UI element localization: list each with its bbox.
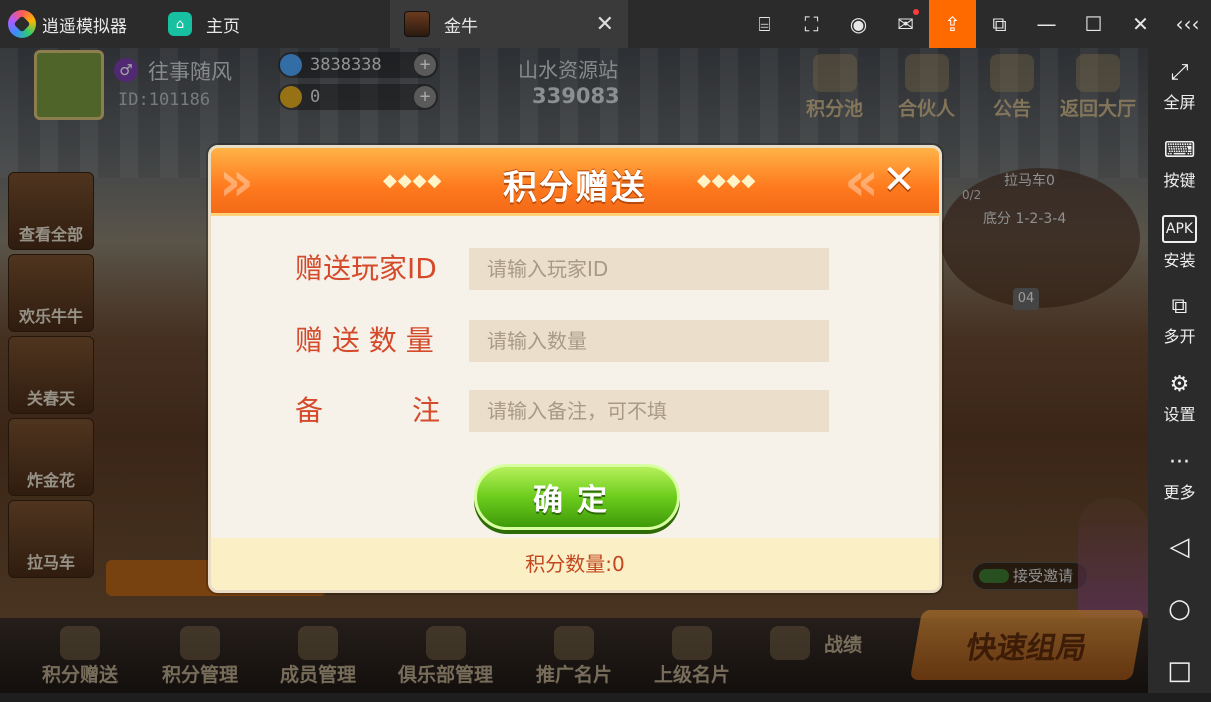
maximize-icon[interactable]: ☐ xyxy=(1070,0,1117,48)
sidebar-item-fullscreen[interactable]: ⤢ 全屏 xyxy=(1148,48,1211,126)
dialog-header: » « ◆◆◆◆ 积分赠送 ◆◆◆◆ ✕ xyxy=(211,148,939,216)
emulator-logo-icon xyxy=(8,10,36,38)
window-toolbar: ⌸ ⛶ ◉ ✉ ⇪ ⧉ — ☐ ✕ ‹‹‹ xyxy=(741,0,1211,48)
screenshot-icon[interactable]: ⛶ xyxy=(788,0,835,48)
game-app-icon xyxy=(404,11,430,37)
app-brand: 逍遥模拟器 xyxy=(0,0,158,48)
home-nav-icon[interactable]: ○ xyxy=(1148,578,1211,640)
back-icon[interactable]: ◁ xyxy=(1148,516,1211,578)
sidebar-item-label: 安装 xyxy=(1163,251,1196,270)
dialog-title: 积分赠送 xyxy=(503,168,647,208)
sidebar-item-label: 按键 xyxy=(1163,171,1196,190)
sidebar-item-multi[interactable]: ⧉ 多开 xyxy=(1148,282,1211,360)
home-icon: ⌂ xyxy=(168,12,192,36)
remark-label: 备 注 xyxy=(295,394,441,427)
tab-game-label: 金牛 xyxy=(444,16,478,37)
sidebar-item-label: 多开 xyxy=(1163,327,1196,346)
recipient-id-input[interactable] xyxy=(469,248,829,290)
points-gift-dialog: » « ◆◆◆◆ 积分赠送 ◆◆◆◆ ✕ 赠送玩家ID 赠 送 数 量 备 注 … xyxy=(208,145,942,593)
dialog-close-icon[interactable]: ✕ xyxy=(877,158,921,202)
tab-game[interactable]: 金牛 ✕ xyxy=(390,0,628,48)
tab-close-icon[interactable]: ✕ xyxy=(596,12,614,37)
upload-icon[interactable]: ⇪ xyxy=(929,0,976,48)
mail-icon[interactable]: ✉ xyxy=(882,0,929,48)
sidebar-item-label: 更多 xyxy=(1163,483,1196,502)
points-balance: 积分数量:0 xyxy=(211,538,939,590)
confirm-button[interactable]: 确定 xyxy=(474,464,680,530)
emulator-sidebar: ⤢ 全屏 ⌨ 按键 APK 安装 ⧉ 多开 ⚙ 设置 ··· 更多 ◁ ○ □ xyxy=(1148,48,1211,693)
tab-home-label: 主页 xyxy=(206,16,240,37)
keyboard-map-icon[interactable]: ⌸ xyxy=(741,0,788,48)
keyboard-icon: ⌨ xyxy=(1163,138,1196,163)
resize-icon[interactable]: ⧉ xyxy=(976,0,1023,48)
sidebar-item-label: 全屏 xyxy=(1163,93,1196,112)
apk-icon: APK xyxy=(1161,215,1198,243)
remark-row: 备 注 xyxy=(211,390,939,432)
emulator-titlebar: 逍遥模拟器 ⌂ 主页 金牛 ✕ ⌸ ⛶ ◉ ✉ ⇪ ⧉ — ☐ ✕ ‹‹‹ xyxy=(0,0,1211,48)
sidebar-item-more[interactable]: ··· 更多 xyxy=(1148,438,1211,516)
tab-home[interactable]: ⌂ 主页 xyxy=(158,0,390,48)
recipient-id-label: 赠送玩家ID xyxy=(295,252,437,285)
collapse-icon[interactable]: ‹‹‹ xyxy=(1164,0,1211,48)
minimize-icon[interactable]: — xyxy=(1023,0,1070,48)
multi-instance-icon: ⧉ xyxy=(1171,294,1188,319)
fullscreen-icon: ⤢ xyxy=(1170,60,1189,85)
account-icon[interactable]: ◉ xyxy=(835,0,882,48)
amount-label: 赠 送 数 量 xyxy=(295,324,434,357)
more-icon: ··· xyxy=(1169,450,1190,475)
close-icon[interactable]: ✕ xyxy=(1117,0,1164,48)
gear-icon: ⚙ xyxy=(1169,372,1190,397)
amount-row: 赠 送 数 量 xyxy=(211,320,939,362)
amount-input[interactable] xyxy=(469,320,829,362)
mail-badge xyxy=(913,9,919,15)
app-name: 逍遥模拟器 xyxy=(42,16,127,37)
sidebar-item-label: 设置 xyxy=(1163,405,1196,424)
sidebar-item-settings[interactable]: ⚙ 设置 xyxy=(1148,360,1211,438)
sidebar-item-install[interactable]: APK 安装 xyxy=(1148,204,1211,282)
remark-input[interactable] xyxy=(469,390,829,432)
sidebar-item-keys[interactable]: ⌨ 按键 xyxy=(1148,126,1211,204)
recipient-id-row: 赠送玩家ID xyxy=(211,248,939,290)
decoration-right: ◆◆◆◆ xyxy=(697,170,757,191)
